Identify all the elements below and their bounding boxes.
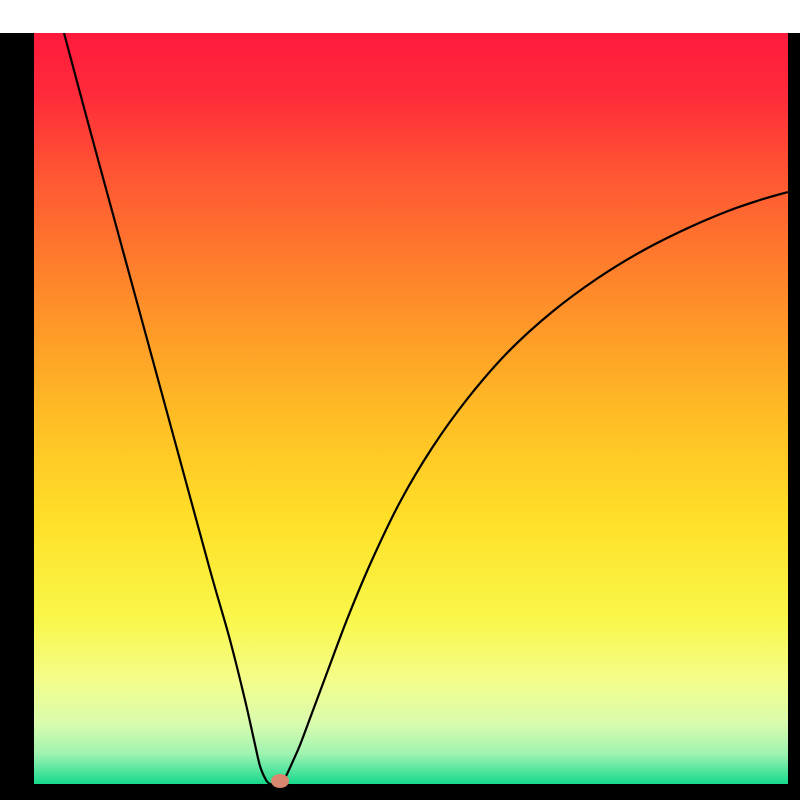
optimum-marker (271, 774, 289, 788)
chart-stage: { "watermark": "TheBottleneck.com", "cha… (0, 0, 800, 800)
top-white-margin (0, 0, 800, 33)
plot-background-gradient (34, 33, 788, 784)
bottleneck-chart (0, 0, 800, 800)
